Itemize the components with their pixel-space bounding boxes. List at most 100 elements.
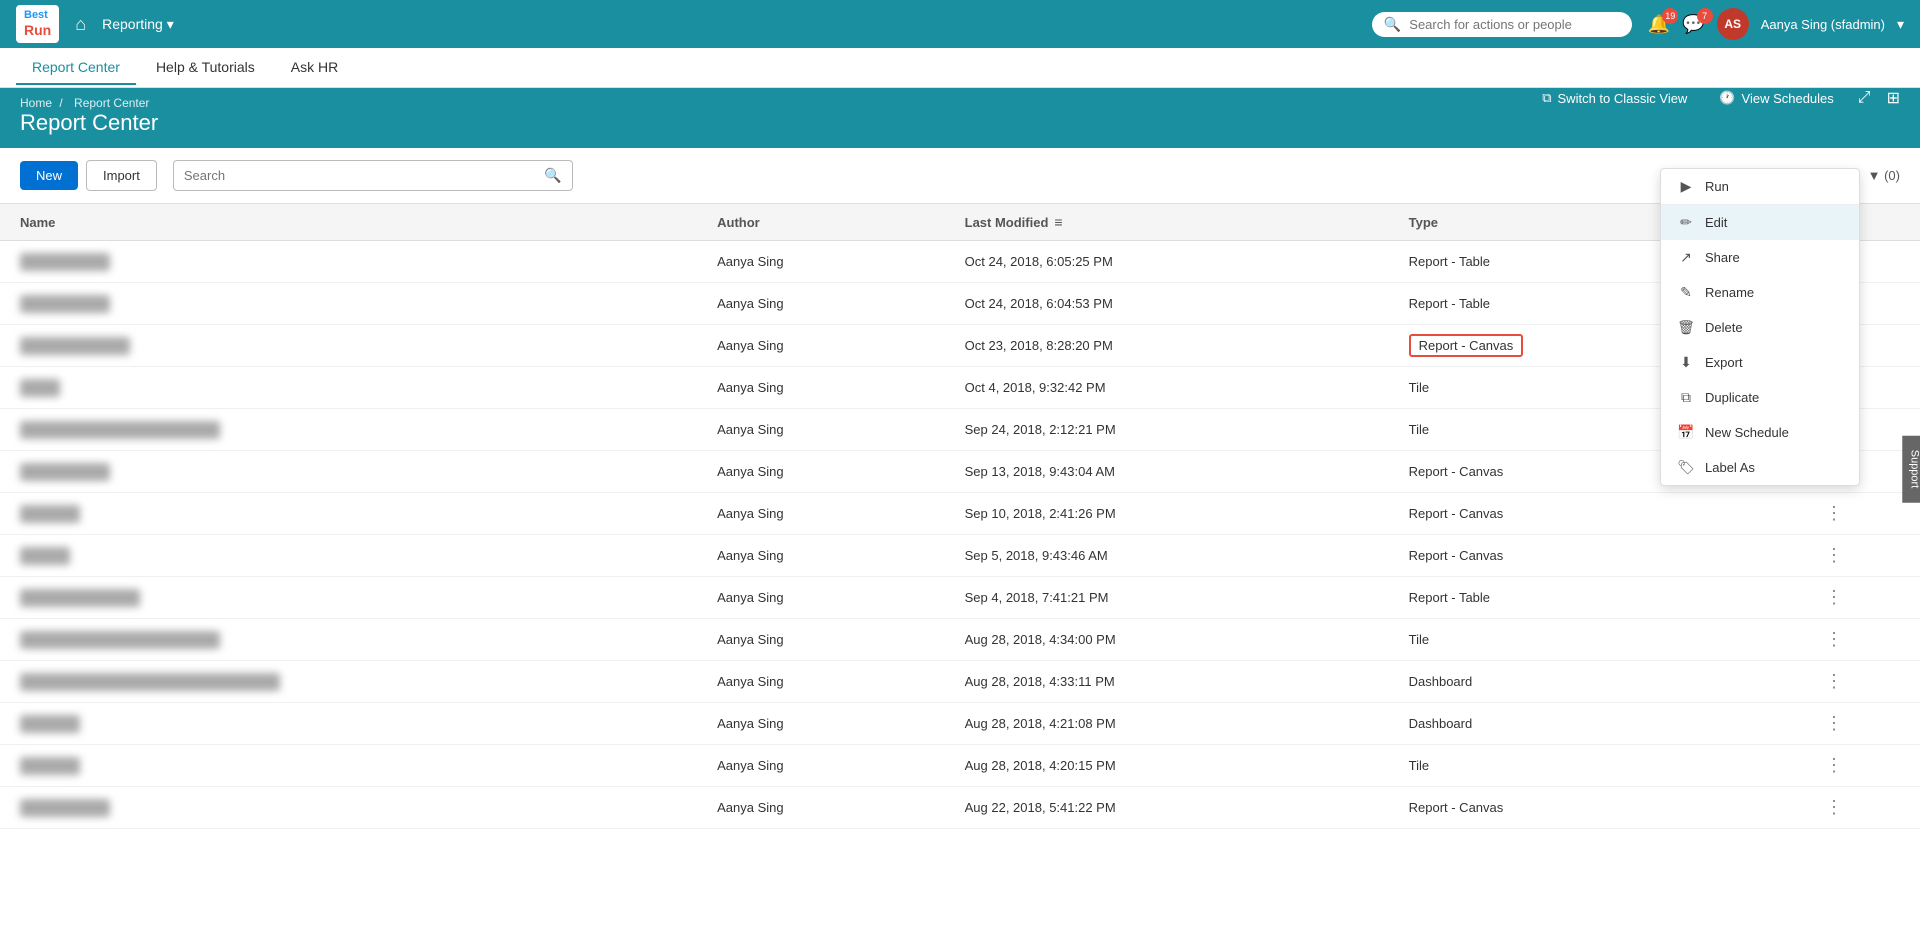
- run-icon: ▶: [1677, 178, 1695, 195]
- row-actions-button[interactable]: ⋮: [1817, 543, 1851, 567]
- search-input[interactable]: [184, 168, 537, 183]
- table-row: dsfdAanya SingSep 10, 2018, 2:41:26 PMRe…: [0, 493, 1920, 535]
- global-search-bar[interactable]: 🔍: [1372, 12, 1632, 37]
- expand-icon[interactable]: ⤢: [1858, 89, 1871, 107]
- report-name-link[interactable]: dkfkfds - 21: [20, 589, 140, 607]
- cell-author: Aanya Sing: [697, 787, 944, 829]
- global-search-input[interactable]: [1409, 17, 1609, 32]
- cell-type: Tile: [1389, 745, 1748, 787]
- cell-type: Report - Table: [1389, 577, 1748, 619]
- content-area: New Import 🔍 ⇅ ▼ (0) Name Author Last Mo…: [0, 148, 1920, 938]
- classic-view-icon: ⧉: [1542, 90, 1551, 106]
- cell-last-modified: Sep 5, 2018, 9:43:46 AM: [945, 535, 1389, 577]
- import-button[interactable]: Import: [86, 160, 157, 191]
- switch-classic-button[interactable]: ⧉ Switch to Classic View: [1534, 86, 1695, 110]
- filter-column-icon[interactable]: ≡: [1054, 214, 1062, 230]
- report-name-link[interactable]: dsfd: [20, 757, 80, 775]
- logo-area[interactable]: Best Run: [16, 5, 59, 43]
- cell-name: dsdsdsd: [0, 787, 697, 829]
- row-actions-button[interactable]: ⋮: [1817, 585, 1851, 609]
- edit-icon: ✏: [1677, 214, 1695, 231]
- cell-author: Aanya Sing: [697, 577, 944, 619]
- report-name-link[interactable]: dsfd: [20, 547, 70, 565]
- report-name-link[interactable]: dHRtest: [20, 253, 110, 271]
- report-name-link[interactable]: dsdsdsd: [20, 799, 110, 817]
- table-row: dkfkfds - 21Aanya SingSep 4, 2018, 7:41:…: [0, 577, 1920, 619]
- context-menu-item-delete[interactable]: 🗑Delete: [1661, 310, 1859, 345]
- logo-text-run: Run: [24, 22, 51, 39]
- module-dropdown[interactable]: Reporting ▾: [102, 16, 174, 33]
- cell-last-modified: Oct 23, 2018, 8:28:20 PM: [945, 325, 1389, 367]
- nav-item-report-center[interactable]: Report Center: [16, 51, 136, 85]
- cell-author: Aanya Sing: [697, 409, 944, 451]
- app-logo[interactable]: Best Run: [16, 5, 59, 43]
- filter-button[interactable]: ▼ (0): [1868, 168, 1900, 183]
- notifications-area: 🔔 19 💬 7 AS Aanya Sing (sfadmin) ▾: [1648, 8, 1904, 40]
- cell-name: Continuous Performance Management - 27: [0, 661, 697, 703]
- search-icon: 🔍: [1384, 16, 1401, 33]
- report-name-link[interactable]: test: [20, 379, 60, 397]
- search-field[interactable]: 🔍: [173, 160, 573, 191]
- page-title: Report Center: [20, 110, 1900, 136]
- report-name-link[interactable]: Builder & Workforce Planner: [20, 631, 220, 649]
- table-row: dsfdAanya SingSep 5, 2018, 9:43:46 AMRep…: [0, 535, 1920, 577]
- cell-last-modified: Sep 24, 2018, 2:12:21 PM: [945, 409, 1389, 451]
- context-menu-label: Duplicate: [1705, 390, 1759, 405]
- report-name-link[interactable]: dsfd: [20, 715, 80, 733]
- home-icon[interactable]: ⌂: [75, 14, 86, 35]
- row-actions-button[interactable]: ⋮: [1817, 501, 1851, 525]
- context-menu-item-edit[interactable]: ✏Edit: [1661, 205, 1859, 240]
- report-name-link[interactable]: dsfd: [20, 505, 80, 523]
- row-actions-button[interactable]: ⋮: [1817, 711, 1851, 735]
- notifications-button[interactable]: 🔔 19: [1648, 14, 1670, 35]
- context-menu-item-duplicate[interactable]: ⧉Duplicate: [1661, 380, 1859, 415]
- user-name-label[interactable]: Aanya Sing (sfadmin): [1761, 17, 1885, 32]
- clock-icon: 🕐: [1719, 90, 1735, 106]
- cell-last-modified: Aug 28, 2018, 4:33:11 PM: [945, 661, 1389, 703]
- rename-icon: ✎: [1677, 284, 1695, 301]
- user-dropdown-icon[interactable]: ▾: [1897, 16, 1904, 33]
- type-badge: Report - Canvas: [1409, 334, 1524, 357]
- messages-button[interactable]: 💬 7: [1682, 14, 1704, 35]
- cell-author: Aanya Sing: [697, 703, 944, 745]
- context-menu-item-rename[interactable]: ✎Rename: [1661, 275, 1859, 310]
- cell-name: Builder & Workforce Planner: [0, 619, 697, 661]
- messages-badge: 7: [1697, 8, 1713, 24]
- cell-actions: ⋮: [1748, 535, 1920, 577]
- share-icon: ↗: [1677, 249, 1695, 266]
- cell-name: dHRtest: [0, 241, 697, 283]
- cell-name: dsfd: [0, 703, 697, 745]
- report-name-link[interactable]: dHRport: [20, 295, 110, 313]
- context-menu-run[interactable]: ▶Run: [1661, 169, 1859, 205]
- cell-name: dHRport: [0, 283, 697, 325]
- cell-author: Aanya Sing: [697, 535, 944, 577]
- new-button[interactable]: New: [20, 161, 78, 190]
- cell-name: dsfdsfds: [0, 451, 697, 493]
- row-actions-button[interactable]: ⋮: [1817, 753, 1851, 777]
- column-name: Name: [0, 204, 697, 241]
- row-actions-button[interactable]: ⋮: [1817, 669, 1851, 693]
- nav-right-area: 🔍 🔔 19 💬 7 AS Aanya Sing (sfadmin) ▾: [1372, 8, 1904, 40]
- report-name-link[interactable]: Workforce: [20, 337, 130, 355]
- report-name-link[interactable]: Continuous Performance Management - 27: [20, 673, 280, 691]
- row-actions-button[interactable]: ⋮: [1817, 795, 1851, 819]
- breadcrumb-home-link[interactable]: Home: [20, 96, 52, 110]
- support-tab[interactable]: Support: [1903, 436, 1920, 503]
- context-menu-item-label-as[interactable]: 🏷Label As: [1661, 450, 1859, 485]
- avatar[interactable]: AS: [1717, 8, 1749, 40]
- cell-name: Workforce: [0, 325, 697, 367]
- fullscreen-icon[interactable]: ⊞: [1887, 88, 1900, 108]
- report-name-link[interactable]: Name Not in Images: [20, 421, 220, 439]
- module-label: Reporting: [102, 16, 163, 32]
- row-actions-button[interactable]: ⋮: [1817, 627, 1851, 651]
- cell-type: Dashboard: [1389, 661, 1748, 703]
- context-menu-item-export[interactable]: ⬇Export: [1661, 345, 1859, 380]
- report-name-link[interactable]: dsfdsfds: [20, 463, 110, 481]
- nav-item-ask-hr[interactable]: Ask HR: [275, 51, 354, 85]
- nav-item-help-tutorials[interactable]: Help & Tutorials: [140, 51, 271, 85]
- cell-author: Aanya Sing: [697, 661, 944, 703]
- dropdown-chevron-icon: ▾: [167, 16, 174, 33]
- context-menu-item-new-schedule[interactable]: 📅New Schedule: [1661, 415, 1859, 450]
- context-menu-item-share[interactable]: ↗Share: [1661, 240, 1859, 275]
- view-schedules-button[interactable]: 🕐 View Schedules: [1711, 86, 1841, 110]
